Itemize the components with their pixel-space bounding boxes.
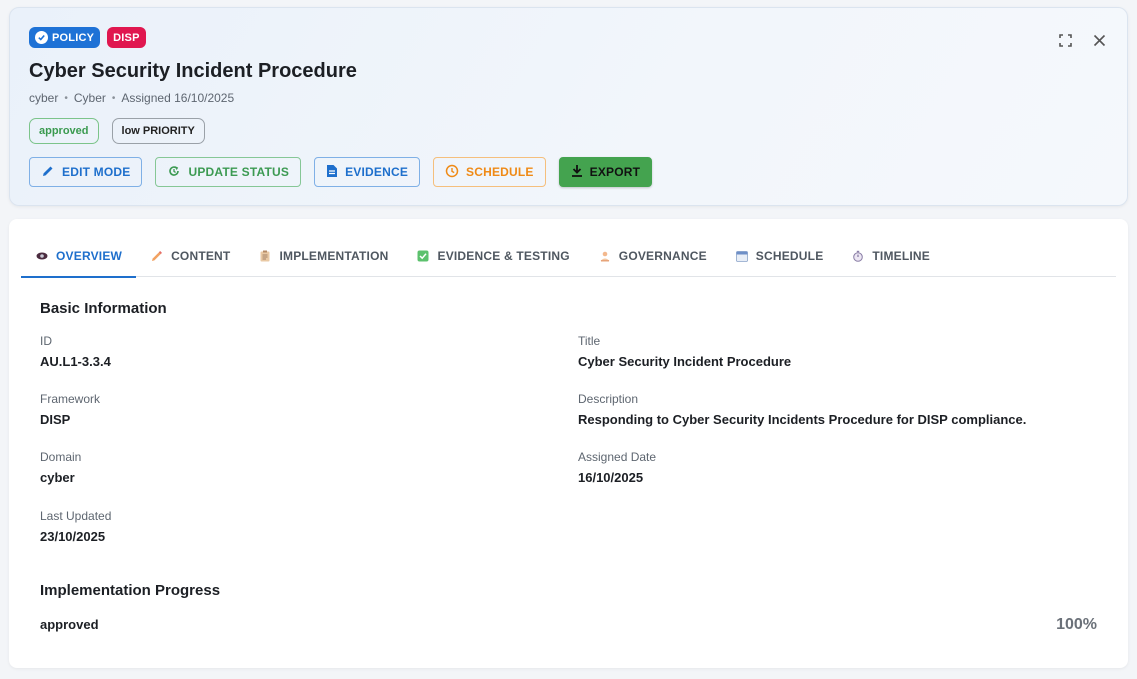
framework-label: Framework	[40, 392, 101, 406]
implementation-progress-heading: Implementation Progress	[40, 582, 221, 599]
last-updated-label: Last Updated	[40, 509, 112, 523]
basic-info-heading: Basic Information	[40, 300, 167, 317]
pencil-icon	[150, 250, 164, 262]
download-icon	[571, 164, 583, 181]
priority-badge: low PRIORITY	[111, 118, 205, 144]
clock-icon	[445, 164, 459, 181]
title-value: Cyber Security Incident Procedure	[578, 354, 792, 369]
tab-governance[interactable]: GOVERNANCE	[584, 234, 721, 277]
meta-domain: cyber	[29, 91, 59, 105]
edit-mode-button[interactable]: EDIT MODE	[29, 157, 143, 187]
domain-value: cyber	[40, 470, 75, 485]
export-button[interactable]: EXPORT	[558, 157, 653, 187]
assigned-date-label: Assigned Date	[578, 450, 657, 464]
calendar-icon	[735, 250, 749, 262]
meta-line: cyber • Cyber • Assigned 16/10/2025	[29, 91, 234, 105]
id-label: ID	[40, 334, 52, 348]
tab-label: EVIDENCE & TESTING	[437, 248, 570, 263]
tab-bar: OVERVIEW CONTENT IMPLEMENTATION EVIDENCE…	[21, 234, 1116, 278]
header-card: POLICY DISP Cyber Security Incident Proc…	[9, 7, 1128, 206]
governance-icon	[598, 250, 612, 262]
stopwatch-icon	[851, 250, 865, 262]
framework-value: DISP	[40, 412, 71, 427]
description-label: Description	[578, 392, 639, 406]
tab-label: OVERVIEW	[56, 248, 123, 263]
tab-label: SCHEDULE	[755, 248, 824, 263]
action-toolbar: EDIT MODE UPDATE STATUS EVIDENCE SCHEDUL…	[29, 157, 653, 187]
tab-label: CONTENT	[171, 248, 231, 263]
tab-evidence-testing[interactable]: EVIDENCE & TESTING	[402, 234, 583, 277]
tab-label: GOVERNANCE	[618, 248, 707, 263]
schedule-label: SCHEDULE	[466, 165, 534, 179]
type-chips: POLICY DISP	[29, 27, 146, 48]
pencil-icon	[41, 164, 55, 181]
eye-icon	[35, 251, 49, 261]
disp-chip-label: DISP	[113, 31, 140, 44]
tab-schedule[interactable]: SCHEDULE	[721, 234, 838, 277]
id-value: AU.L1-3.3.4	[40, 354, 111, 369]
progress-percent: 100%	[1056, 616, 1097, 633]
separator-dot: •	[111, 92, 116, 104]
close-icon[interactable]	[1091, 32, 1107, 48]
refresh-icon	[167, 164, 181, 181]
document-icon	[326, 164, 338, 181]
domain-label: Domain	[40, 450, 82, 464]
tab-label: IMPLEMENTATION	[279, 248, 389, 263]
update-status-label: UPDATE STATUS	[188, 165, 290, 179]
status-row: approved low PRIORITY	[29, 118, 205, 144]
tab-overview[interactable]: OVERVIEW	[21, 234, 137, 278]
title-label: Title	[578, 334, 601, 348]
last-updated-value: 23/10/2025	[40, 529, 106, 544]
detail-panel: OVERVIEW CONTENT IMPLEMENTATION EVIDENCE…	[9, 219, 1128, 668]
evidence-button[interactable]: EVIDENCE	[314, 157, 421, 187]
tab-label: TIMELINE	[872, 248, 931, 263]
status-badge: approved	[29, 118, 99, 144]
progress-status: approved	[40, 617, 99, 632]
meta-category: Cyber	[73, 91, 106, 105]
check-box-icon	[416, 250, 430, 262]
edit-mode-label: EDIT MODE	[62, 165, 131, 179]
disp-chip: DISP	[107, 27, 146, 48]
page-title: Cyber Security Incident Procedure	[29, 60, 357, 82]
export-label: EXPORT	[589, 165, 641, 179]
schedule-button[interactable]: SCHEDULE	[433, 157, 546, 187]
description-value: Responding to Cyber Security Incidents P…	[578, 412, 1027, 427]
tab-implementation[interactable]: IMPLEMENTATION	[244, 234, 402, 277]
tab-content[interactable]: CONTENT	[136, 234, 244, 277]
clipboard-icon	[258, 250, 272, 262]
assigned-date-value: 16/10/2025	[578, 470, 644, 485]
policy-chip-label: POLICY	[52, 31, 95, 44]
fullscreen-icon[interactable]	[1057, 32, 1073, 48]
separator-dot: •	[64, 92, 68, 104]
tab-timeline[interactable]: TIMELINE	[837, 234, 944, 277]
evidence-label: EVIDENCE	[345, 165, 409, 179]
policy-chip: POLICY	[29, 27, 101, 48]
check-circle-icon	[35, 31, 48, 44]
update-status-button[interactable]: UPDATE STATUS	[155, 157, 302, 187]
window-controls	[1057, 32, 1107, 48]
meta-assigned: Assigned 16/10/2025	[121, 91, 235, 105]
